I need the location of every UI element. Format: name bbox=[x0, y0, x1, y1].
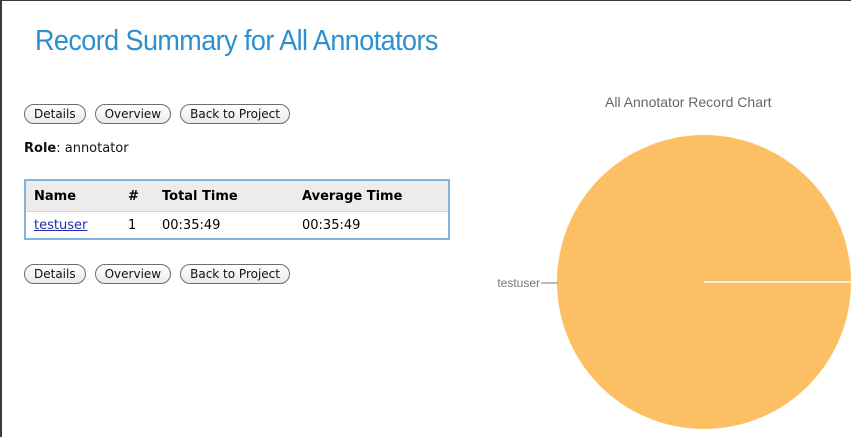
pie-slice-label: testuser bbox=[497, 276, 540, 290]
window-frame: Record Summary for All Annotators Detail… bbox=[0, 0, 851, 437]
pie-chart: testuser bbox=[497, 135, 851, 429]
